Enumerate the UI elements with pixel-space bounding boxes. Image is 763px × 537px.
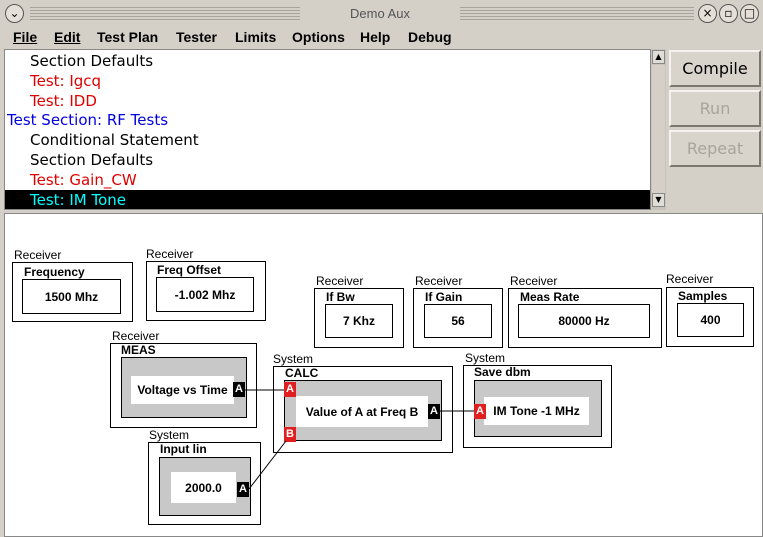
freq-offset-group-label: Receiver	[146, 247, 194, 261]
meas-rate-group-label: Receiver	[510, 274, 558, 288]
frequency-value[interactable]: 1500 Mhz	[22, 279, 121, 314]
calc-function-value: Value of A at Freq B	[296, 396, 428, 427]
list-item[interactable]: Test: Igcq	[5, 71, 665, 91]
meas-label: MEAS	[121, 343, 156, 357]
if-bw-group-label: Receiver	[316, 274, 364, 288]
window-title: Demo Aux	[300, 5, 460, 22]
freq-offset-value[interactable]: -1.002 Mhz	[156, 277, 254, 312]
menu-tester[interactable]: Tester	[176, 27, 217, 47]
maximize-icon[interactable]: □	[740, 4, 759, 23]
scroll-thumb[interactable]	[652, 65, 665, 193]
if-bw-label: If Bw	[326, 290, 355, 304]
test-plan-list[interactable]: Section Defaults Test: Igcq Test: IDD Te…	[4, 49, 666, 210]
menu-limits[interactable]: Limits	[235, 27, 276, 47]
window-menu-icon[interactable]: ⌄	[5, 4, 24, 23]
menu-help[interactable]: Help	[360, 27, 390, 47]
samples-value[interactable]: 400	[677, 303, 744, 337]
calc-input-port-a[interactable]: A	[284, 382, 296, 397]
menu-file-label: File	[13, 29, 38, 45]
menu-tester-label: Tester	[176, 29, 217, 45]
if-gain-label: If Gain	[425, 290, 463, 304]
menu-debug[interactable]: Debug	[408, 27, 452, 47]
close-icon[interactable]: ×	[698, 4, 717, 23]
repeat-button[interactable]: Repeat	[669, 130, 761, 167]
list-scrollbar[interactable]: ▲ ▼	[650, 49, 666, 210]
menu-options-label: Options	[292, 29, 345, 45]
samples-group-label: Receiver	[666, 272, 714, 286]
save-label: Save dbm	[474, 365, 531, 379]
run-button[interactable]: Run	[669, 90, 761, 127]
calc-group-label: System	[273, 352, 314, 366]
save-group-label: System	[465, 351, 506, 365]
menu-limits-label: Limits	[235, 29, 277, 45]
menu-file[interactable]: File	[13, 27, 37, 47]
frequency-label: Frequency	[24, 265, 85, 279]
menu-test-plan[interactable]: Test Plan	[97, 27, 158, 47]
list-item[interactable]: Test: IDD	[5, 91, 665, 111]
list-item-selected[interactable]: Test: IM Tone	[5, 190, 665, 209]
list-item[interactable]: Conditional Statement	[5, 130, 665, 150]
meas-rate-label: Meas Rate	[520, 290, 580, 304]
freq-offset-label: Freq Offset	[157, 263, 222, 277]
meas-output-port[interactable]: A	[233, 382, 245, 397]
compile-button[interactable]: Compile	[669, 50, 761, 87]
if-bw-value[interactable]: 7 Khz	[325, 304, 393, 338]
scroll-down-icon[interactable]: ▼	[652, 193, 665, 207]
save-input-port[interactable]: A	[474, 404, 486, 419]
menu-bar: File Edit Test Plan Tester Limits Option…	[0, 27, 763, 47]
meas-rate-value[interactable]: 80000 Hz	[518, 304, 650, 338]
calc-output-port[interactable]: A	[428, 404, 440, 419]
list-item[interactable]: Section Defaults	[5, 150, 665, 170]
menu-debug-label: Debug	[408, 29, 452, 45]
input-group-label: System	[149, 428, 190, 442]
list-item[interactable]: Test Section: RF Tests	[5, 110, 653, 130]
input-output-port[interactable]: A	[237, 482, 249, 497]
frequency-group-label: Receiver	[14, 248, 62, 262]
scroll-up-icon[interactable]: ▲	[652, 50, 665, 64]
if-gain-value[interactable]: 56	[424, 304, 492, 338]
meas-group-label: Receiver	[112, 329, 160, 343]
menu-edit[interactable]: Edit	[54, 27, 80, 47]
menu-edit-label: Edit	[54, 29, 81, 45]
menu-test-plan-label: Test Plan	[97, 29, 159, 45]
input-label: Input lin	[160, 442, 207, 456]
if-gain-group-label: Receiver	[415, 274, 463, 288]
calc-input-port-b[interactable]: B	[284, 427, 296, 442]
samples-label: Samples	[678, 289, 728, 303]
minimize-icon[interactable]: ▫	[719, 4, 738, 23]
calc-label: CALC	[285, 366, 319, 380]
list-item[interactable]: Test: Gain_CW	[5, 170, 665, 190]
list-item[interactable]: Section Defaults	[5, 51, 665, 71]
menu-options[interactable]: Options	[292, 27, 345, 47]
menu-help-label: Help	[360, 29, 391, 45]
input-function-value: 2000.0	[171, 472, 236, 503]
save-function-value: IM Tone -1 MHz	[484, 397, 589, 425]
meas-function-value: Voltage vs Time	[131, 376, 234, 404]
